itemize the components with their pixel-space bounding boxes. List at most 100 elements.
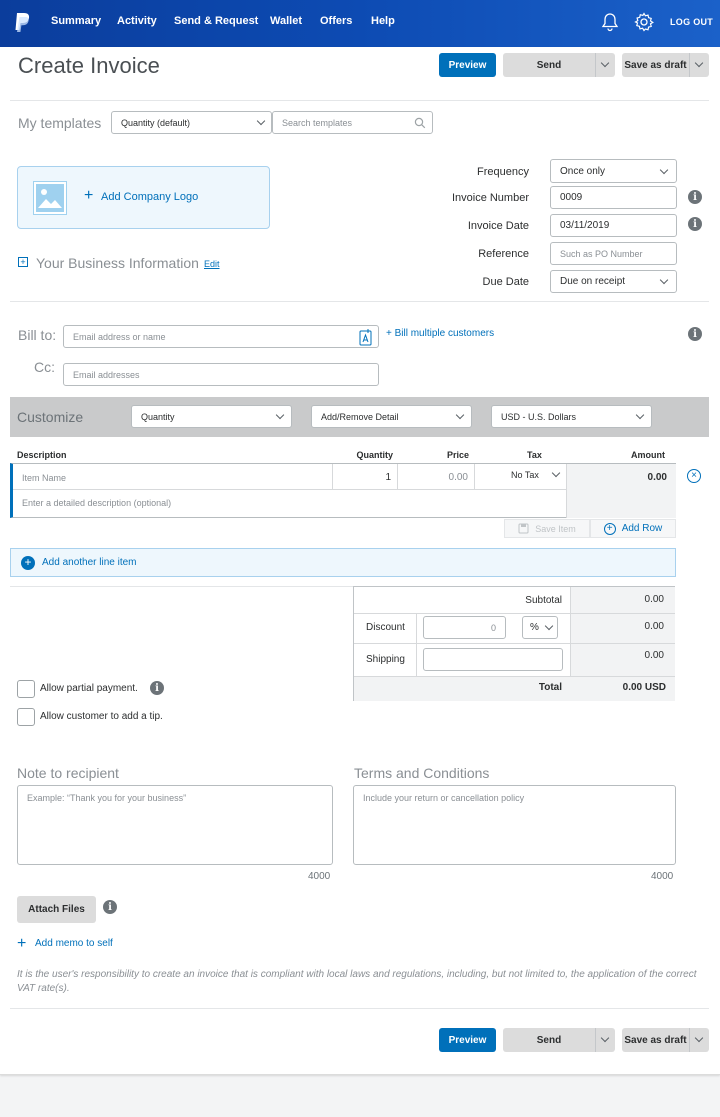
- discount-type-value: %: [530, 622, 539, 633]
- discount-label: Discount: [366, 622, 405, 633]
- nav-help[interactable]: Help: [371, 15, 395, 27]
- info-icon[interactable]: i: [688, 217, 702, 231]
- bill-multiple-link[interactable]: + Bill multiple customers: [386, 328, 494, 339]
- invoice-date-input[interactable]: 03/11/2019: [550, 214, 677, 237]
- item-description-input[interactable]: Enter a detailed description (optional): [13, 490, 567, 518]
- bell-icon[interactable]: [600, 12, 620, 32]
- nav-activity[interactable]: Activity: [117, 15, 157, 27]
- partial-payment-checkbox[interactable]: [17, 680, 35, 698]
- add-memo-link[interactable]: Add memo to self: [35, 938, 113, 949]
- info-icon[interactable]: i: [103, 900, 117, 914]
- chevron-down-icon: [659, 165, 669, 175]
- item-quantity-input[interactable]: 1: [333, 464, 398, 490]
- remove-item-icon[interactable]: ×: [687, 469, 701, 483]
- nav-send-request[interactable]: Send & Request: [174, 15, 258, 27]
- add-row-button[interactable]: + Add Row: [590, 519, 676, 538]
- business-edit-link[interactable]: Edit: [204, 259, 220, 269]
- discount-input[interactable]: 0: [423, 616, 506, 639]
- save-draft-button[interactable]: Save as draft: [622, 53, 689, 77]
- frequency-select[interactable]: Once only: [550, 159, 677, 183]
- nav-summary[interactable]: Summary: [51, 15, 101, 27]
- info-icon[interactable]: i: [688, 190, 702, 204]
- save-item-label: Save Item: [535, 523, 576, 534]
- send-options-button[interactable]: [595, 53, 615, 77]
- col-amount: Amount: [631, 450, 665, 460]
- currency-select[interactable]: USD - U.S. Dollars: [491, 405, 652, 428]
- item-amount: 0.00: [567, 464, 676, 518]
- reference-input[interactable]: Such as PO Number: [550, 242, 677, 265]
- note-placeholder: Example: “Thank you for your business”: [27, 793, 187, 803]
- divider: [10, 301, 709, 302]
- footer-save-draft-options-button[interactable]: [689, 1028, 709, 1052]
- item-quantity-value: 1: [385, 472, 391, 483]
- cc-input[interactable]: Email addresses: [63, 363, 379, 386]
- footer-save-draft-button[interactable]: Save as draft: [622, 1028, 689, 1052]
- template-select[interactable]: Quantity (default): [111, 111, 272, 134]
- template-selected-value: Quantity (default): [121, 117, 191, 128]
- templates-label: My templates: [18, 115, 102, 131]
- reference-label: Reference: [478, 248, 529, 260]
- add-line-item-bar[interactable]: + Add another line item: [10, 548, 676, 577]
- discount-value: 0.00: [644, 621, 664, 632]
- chevron-down-icon: [544, 621, 554, 631]
- note-textarea[interactable]: Example: “Thank you for your business”: [17, 785, 333, 865]
- shipping-input[interactable]: [423, 648, 563, 671]
- logout-link[interactable]: LOG OUT: [670, 17, 713, 27]
- invoice-number-value: 0009: [560, 192, 583, 203]
- terms-textarea[interactable]: Include your return or cancellation poli…: [353, 785, 676, 865]
- company-logo-dropzone[interactable]: + Add Company Logo: [17, 166, 270, 229]
- item-name-input[interactable]: Item Name: [13, 464, 333, 490]
- chevron-down-icon: [600, 1033, 610, 1043]
- save-item-button[interactable]: Save Item: [504, 519, 590, 538]
- subtotal-label: Subtotal: [525, 595, 562, 606]
- col-price: Price: [446, 450, 469, 460]
- chevron-down-icon: [275, 410, 285, 420]
- footer-send-button[interactable]: Send: [503, 1028, 595, 1052]
- plus-circle-icon: +: [603, 522, 616, 535]
- customize-label: Customize: [17, 409, 84, 425]
- nav-offers[interactable]: Offers: [320, 15, 352, 27]
- item-price-input[interactable]: 0.00: [398, 464, 475, 490]
- add-remove-detail-select[interactable]: Add/Remove Detail: [311, 405, 472, 428]
- contact-book-icon[interactable]: [359, 328, 372, 346]
- note-label: Note to recipient: [17, 765, 119, 781]
- line-item: Item Name 1 0.00 No Tax Enter a detailed…: [10, 463, 676, 518]
- footer-send-label: Send: [536, 1034, 562, 1046]
- frequency-value: Once only: [560, 165, 606, 177]
- nav-wallet[interactable]: Wallet: [270, 15, 302, 27]
- info-icon[interactable]: i: [150, 681, 164, 695]
- gear-icon[interactable]: [634, 12, 654, 32]
- divider: [10, 1008, 709, 1009]
- preview-button[interactable]: Preview: [439, 53, 496, 77]
- info-icon[interactable]: i: [688, 327, 702, 341]
- chevron-down-icon: [600, 58, 610, 68]
- footer-send-options-button[interactable]: [595, 1028, 615, 1052]
- col-tax: Tax: [527, 450, 542, 460]
- invoice-number-input[interactable]: 0009: [550, 186, 677, 209]
- paypal-logo-icon[interactable]: [12, 11, 32, 35]
- invoice-date-label: Invoice Date: [467, 220, 529, 232]
- send-button[interactable]: Send: [503, 53, 595, 77]
- terms-placeholder: Include your return or cancellation poli…: [363, 793, 525, 803]
- save-draft-label: Save as draft: [624, 59, 687, 71]
- tip-checkbox[interactable]: [17, 708, 35, 726]
- image-icon: [33, 181, 67, 215]
- due-date-select[interactable]: Due on receipt: [550, 270, 677, 293]
- template-search-input[interactable]: Search templates: [272, 111, 433, 134]
- customize-bar: Customize Quantity Add/Remove Detail USD…: [10, 397, 709, 437]
- footer-preview-button[interactable]: Preview: [439, 1028, 496, 1052]
- quantity-select[interactable]: Quantity: [131, 405, 292, 428]
- item-tax-value: No Tax: [511, 470, 539, 480]
- attach-files-button[interactable]: Attach Files: [17, 896, 96, 923]
- save-draft-options-button[interactable]: [689, 53, 709, 77]
- disclaimer-text: It is the user's responsibility to creat…: [17, 969, 697, 994]
- invoice-form: Create Invoice Preview Send Save as draf…: [0, 47, 720, 1075]
- discount-type-select[interactable]: %: [522, 616, 558, 639]
- item-tax-select[interactable]: No Tax: [475, 464, 567, 490]
- footer-save-draft-label: Save as draft: [624, 1034, 687, 1046]
- expand-business-icon[interactable]: +: [18, 257, 28, 267]
- col-description: Description: [17, 450, 67, 460]
- bill-to-input[interactable]: Email address or name: [63, 325, 379, 348]
- bill-to-placeholder: Email address or name: [73, 331, 166, 342]
- top-nav: Summary Activity Send & Request Wallet O…: [0, 0, 720, 47]
